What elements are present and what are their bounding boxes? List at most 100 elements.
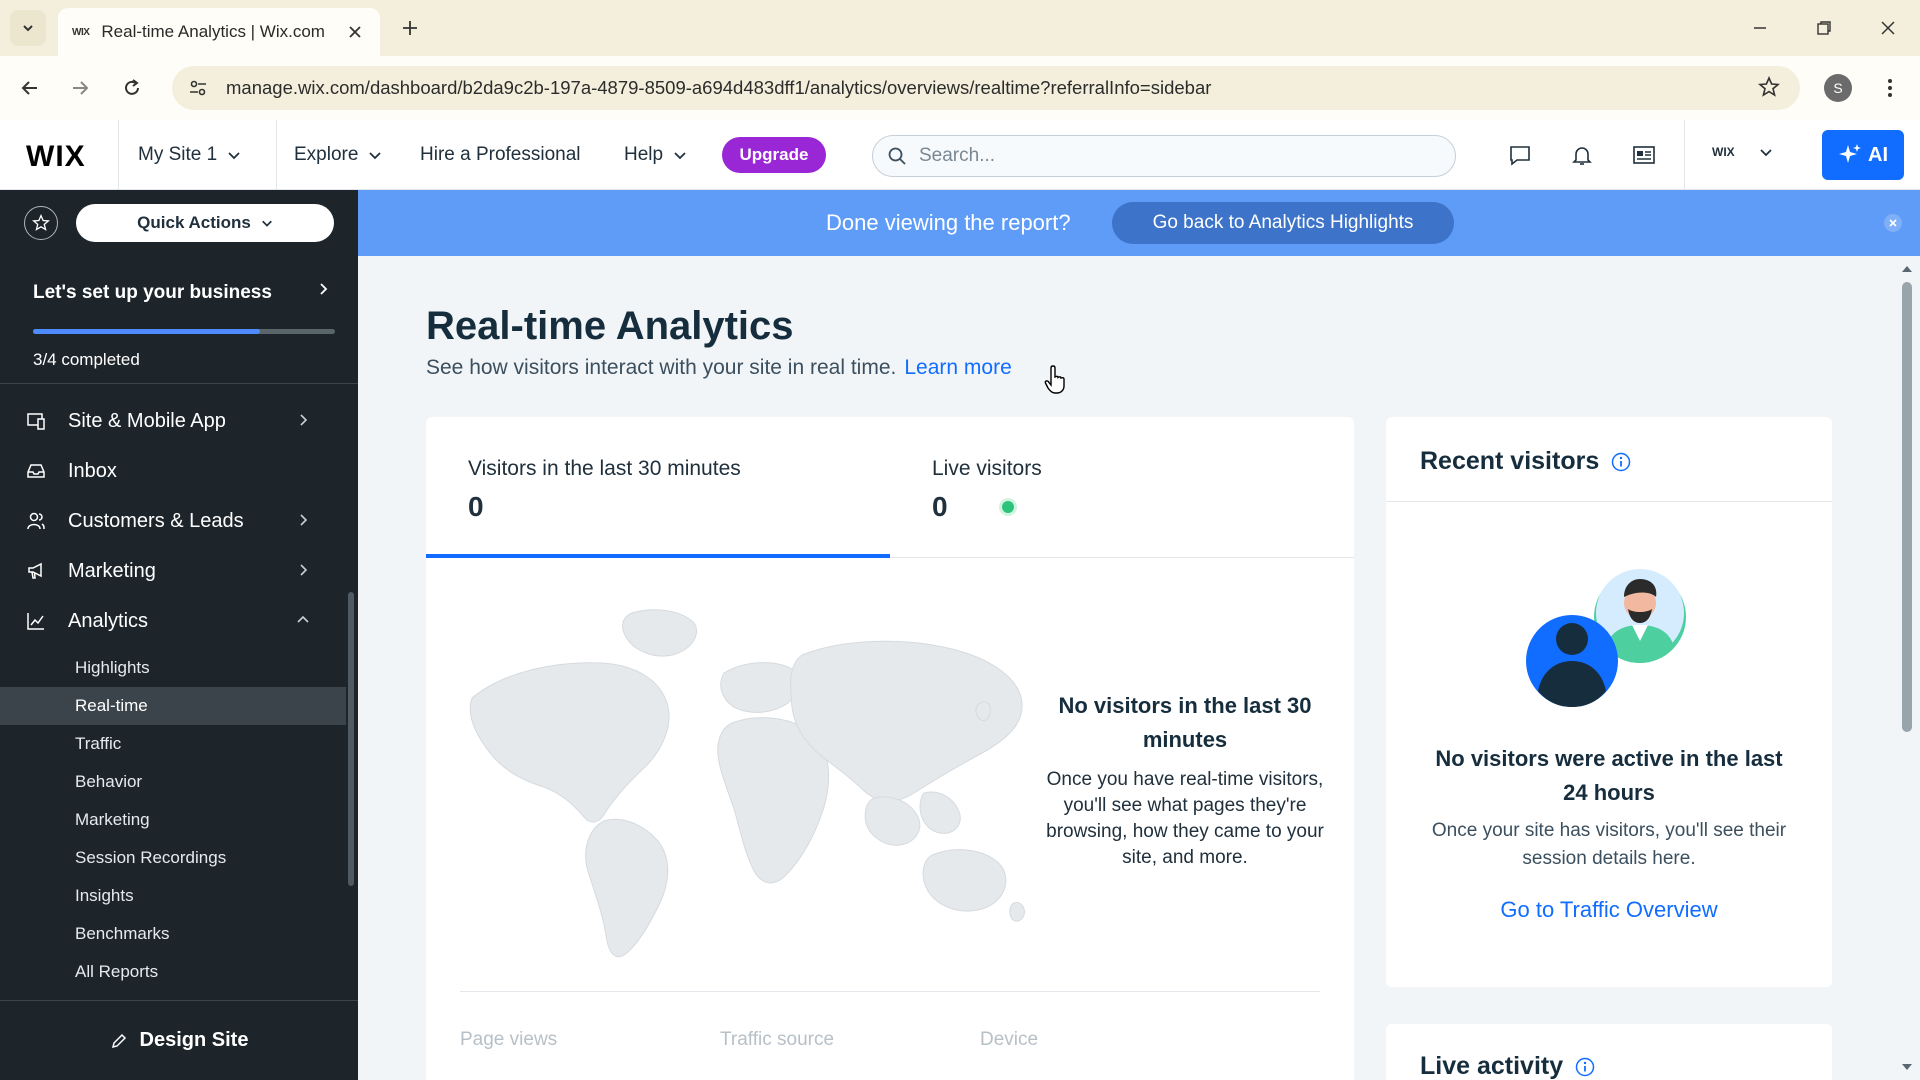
site-selector[interactable]: My Site 1 xyxy=(138,120,241,190)
new-tab-plus-icon[interactable] xyxy=(396,14,424,42)
ai-assistant-button[interactable]: AI xyxy=(1822,130,1904,180)
setup-progress-bar xyxy=(33,329,335,334)
scroll-up-arrow-icon[interactable] xyxy=(1900,264,1914,274)
metric-value: 0 xyxy=(932,491,948,522)
main-scrollbar[interactable] xyxy=(1902,282,1912,732)
banner-close-icon[interactable] xyxy=(1884,214,1902,232)
minimize-icon[interactable] xyxy=(1740,12,1780,44)
traffic-overview-link[interactable]: Go to Traffic Overview xyxy=(1426,897,1792,923)
setup-title: Let's set up your business xyxy=(33,282,272,303)
explore-menu[interactable]: Explore xyxy=(294,120,382,190)
scroll-down-arrow-icon[interactable] xyxy=(1900,1062,1914,1072)
megaphone-icon xyxy=(26,561,48,581)
chevron-down-icon xyxy=(228,152,240,160)
site-selector-label: My Site 1 xyxy=(138,144,218,165)
world-map xyxy=(469,609,1025,958)
account-menu[interactable]: WIX xyxy=(1712,145,1773,159)
sidebar-sub-highlights[interactable]: Highlights xyxy=(0,649,346,687)
design-site-button[interactable]: Design Site xyxy=(0,1000,358,1080)
info-icon[interactable] xyxy=(1611,452,1631,472)
url-bar[interactable]: manage.wix.com/dashboard/b2da9c2b-197a-4… xyxy=(172,66,1800,110)
tab-device[interactable]: Device xyxy=(980,1029,1038,1051)
divider xyxy=(118,120,119,190)
chevron-down-icon xyxy=(261,220,272,227)
help-menu[interactable]: Help xyxy=(624,120,687,190)
hire-professional-link[interactable]: Hire a Professional xyxy=(420,120,581,190)
sidebar-item-inbox[interactable]: Inbox xyxy=(0,446,340,496)
recent-visitors-card: Recent visitors No visitors were active … xyxy=(1386,417,1832,987)
recent-visitors-title: Recent visitors xyxy=(1420,447,1600,475)
tab-live-visitors[interactable]: Live visitors 0 xyxy=(890,417,1354,557)
restore-icon[interactable] xyxy=(1804,12,1844,44)
explore-label: Explore xyxy=(294,144,359,165)
back-arrow-icon[interactable] xyxy=(14,72,46,104)
tab-search-button[interactable] xyxy=(10,10,46,46)
divider xyxy=(1684,120,1685,190)
chat-icon[interactable] xyxy=(1506,141,1534,169)
upgrade-button[interactable]: Upgrade xyxy=(722,137,826,173)
chevron-right-icon xyxy=(300,514,308,526)
ai-label: AI xyxy=(1868,143,1888,166)
sidebar-sub-behavior[interactable]: Behavior xyxy=(0,763,346,801)
wix-logo[interactable]: WIX xyxy=(26,140,86,174)
search-box xyxy=(872,135,1456,177)
sidebar-scrollbar[interactable] xyxy=(348,592,354,886)
page-subtitle: See how visitors interact with your site… xyxy=(426,356,1012,380)
favorites-star-icon[interactable] xyxy=(24,206,58,240)
chevron-down-icon xyxy=(1760,149,1772,157)
live-indicator-dot xyxy=(1002,501,1014,513)
customers-icon xyxy=(26,511,48,531)
sidebar-item-marketing[interactable]: Marketing xyxy=(0,546,340,596)
hand-cursor-icon xyxy=(1044,365,1065,394)
back-to-highlights-button[interactable]: Go back to Analytics Highlights xyxy=(1112,202,1454,244)
tab-close-icon[interactable] xyxy=(344,21,366,43)
sidebar-item-site-mobile-app[interactable]: Site & Mobile App xyxy=(0,396,340,446)
main-content: Real-time Analytics See how visitors int… xyxy=(358,256,1920,1080)
sidebar: Quick Actions Let's set up your business… xyxy=(0,190,358,1080)
inbox-icon xyxy=(26,461,48,481)
pencil-icon xyxy=(111,1033,126,1048)
quick-actions-button[interactable]: Quick Actions xyxy=(76,204,334,242)
info-icon[interactable] xyxy=(1575,1057,1595,1077)
bookmark-star-icon[interactable] xyxy=(1757,75,1781,103)
realtime-card: Visitors in the last 30 minutes 0 Live v… xyxy=(426,417,1354,1080)
sidebar-sub-insights[interactable]: Insights xyxy=(0,877,346,915)
reload-icon[interactable] xyxy=(116,72,148,104)
site-settings-icon[interactable] xyxy=(188,78,208,98)
active-tab-indicator xyxy=(426,554,890,558)
sidebar-sub-marketing[interactable]: Marketing xyxy=(0,801,346,839)
sidebar-sub-benchmarks[interactable]: Benchmarks xyxy=(0,915,346,953)
search-input[interactable] xyxy=(919,145,1419,167)
sidebar-sub-real-time[interactable]: Real-time xyxy=(0,687,346,725)
live-activity-card: Live activity xyxy=(1386,1024,1832,1080)
sidebar-item-customers-leads[interactable]: Customers & Leads xyxy=(0,496,340,546)
setup-progress-section[interactable]: Let's set up your business 3/4 completed xyxy=(0,258,358,384)
chevron-down-icon xyxy=(23,25,33,32)
tab-traffic-source[interactable]: Traffic source xyxy=(720,1029,834,1051)
sparkle-icon xyxy=(1839,144,1861,163)
profile-avatar[interactable]: S xyxy=(1824,74,1852,102)
sidebar-sub-all-reports[interactable]: All Reports xyxy=(0,953,346,991)
sidebar-sub-session-recordings[interactable]: Session Recordings xyxy=(0,839,346,877)
analytics-icon xyxy=(26,611,48,631)
learn-more-link[interactable]: Learn more xyxy=(904,356,1011,379)
browser-menu-icon[interactable] xyxy=(1874,72,1906,104)
wix-favicon-icon: WIX xyxy=(72,26,90,38)
sidebar-sub-traffic[interactable]: Traffic xyxy=(0,725,346,763)
newsfeed-icon[interactable] xyxy=(1630,141,1658,169)
visitors-illustration-icon xyxy=(1526,569,1686,707)
forward-arrow-icon[interactable] xyxy=(64,72,96,104)
tab-visitors-last-30[interactable]: Visitors in the last 30 minutes 0 xyxy=(426,417,890,557)
browser-tab-active[interactable]: WIX Real-time Analytics | Wix.com xyxy=(58,8,380,56)
help-label: Help xyxy=(624,144,664,165)
divider xyxy=(1386,501,1832,502)
tab-page-views[interactable]: Page views xyxy=(460,1029,557,1051)
sidebar-item-analytics[interactable]: Analytics xyxy=(0,596,340,646)
recent-visitors-empty-text: Once your site has visitors, you'll see … xyxy=(1431,820,1787,869)
browser-tab-bar: WIX Real-time Analytics | Wix.com xyxy=(0,0,1920,56)
notifications-bell-icon[interactable] xyxy=(1568,141,1596,169)
live-activity-header: Live activity xyxy=(1420,1052,1595,1080)
search-icon xyxy=(888,147,906,165)
window-close-icon[interactable] xyxy=(1868,12,1908,44)
live-activity-title: Live activity xyxy=(1420,1052,1564,1080)
